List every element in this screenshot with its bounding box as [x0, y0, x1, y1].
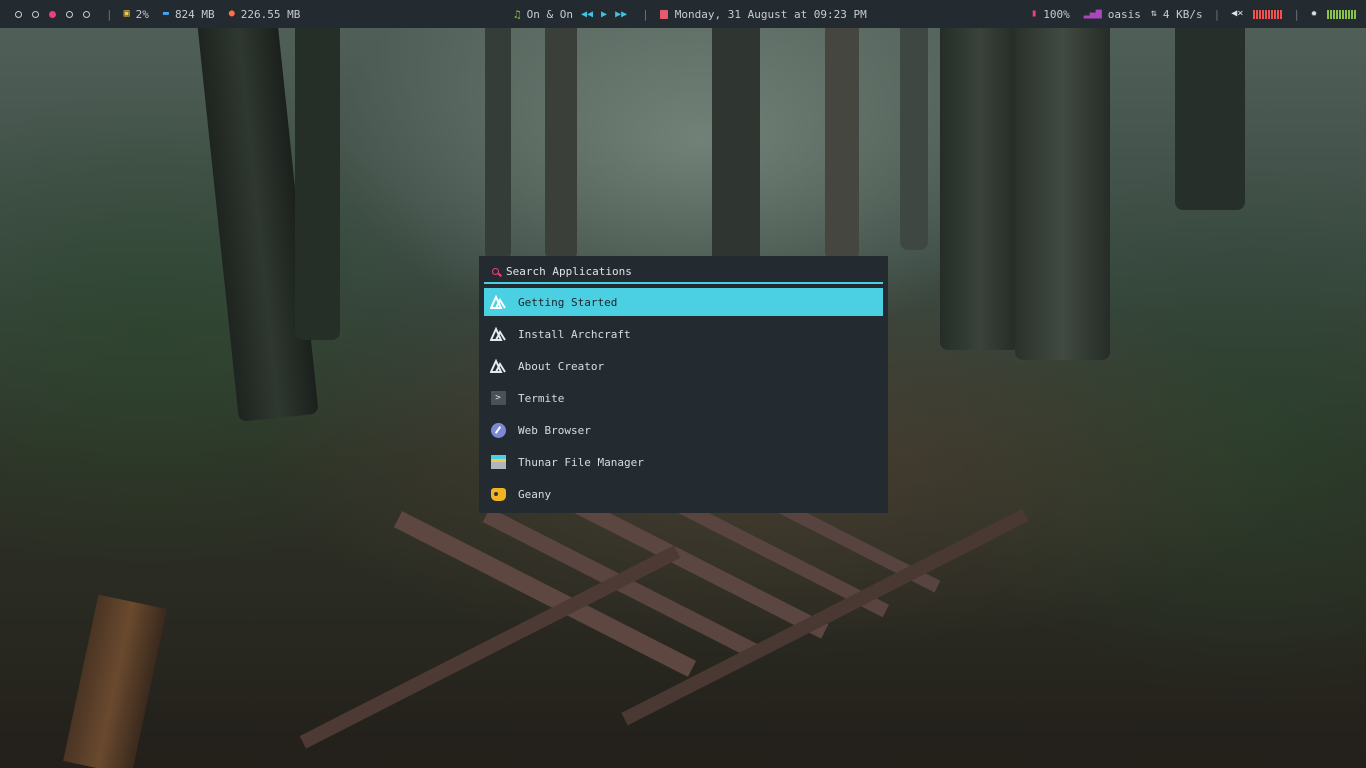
workspace-5-dot[interactable] [83, 10, 90, 18]
tree-trunk [485, 0, 511, 260]
app-item-install-archcraft[interactable]: Install Archcraft [484, 320, 883, 348]
cpu-module: ▣ 2% [124, 8, 149, 21]
disk-icon: ● [228, 8, 235, 19]
separator: | [642, 7, 649, 21]
volume-muted-icon[interactable]: ◀× [1231, 9, 1243, 19]
next-track-icon[interactable]: ▶▶ [615, 9, 627, 20]
app-list: Getting Started Install Archcraft About … [484, 288, 883, 508]
app-item-about-creator[interactable]: About Creator [484, 352, 883, 380]
tree-trunk [1175, 0, 1245, 210]
memory-usage: 824 MB [174, 7, 215, 21]
search-icon [492, 267, 499, 275]
terminal-icon: > [490, 390, 506, 406]
workspace-3-dot[interactable] [49, 10, 56, 18]
separator: | [106, 7, 113, 21]
tree-trunk [295, 0, 340, 340]
fallen-log [63, 594, 167, 768]
battery-icon: ▮ [1031, 8, 1038, 19]
volume-level-bar[interactable] [1253, 9, 1283, 19]
system-tray: ▮ 100% ▂▄▆ oasis ⇅ 4 KB/s | ◀× | ✹ [1031, 0, 1356, 28]
network-speed: 4 KB/s [1162, 7, 1203, 21]
geany-icon [490, 486, 506, 502]
archcraft-logo-icon [490, 358, 506, 374]
brightness-icon: ✹ [1310, 8, 1317, 19]
cpu-icon: ▣ [123, 8, 130, 19]
list-item-label: Install Archcraft [518, 327, 631, 341]
disk-module: ● 226.55 MB [229, 8, 301, 21]
app-launcher: Search Applications Getting Started Inst… [479, 256, 888, 513]
search-bar[interactable]: Search Applications [484, 260, 883, 284]
archcraft-logo-icon [490, 294, 506, 310]
network-ssid[interactable]: oasis [1108, 8, 1141, 21]
memory-module: ▬ 824 MB [163, 8, 215, 21]
music-note-icon: ♫ [514, 7, 521, 21]
app-item-thunar-file-manager[interactable]: Thunar File Manager [484, 448, 883, 476]
app-item-getting-started[interactable]: Getting Started [484, 288, 883, 316]
separator: | [1293, 7, 1300, 21]
workspace-1-dot[interactable] [15, 10, 22, 18]
calendar-icon [659, 9, 668, 19]
app-item-web-browser[interactable]: Web Browser [484, 416, 883, 444]
search-input[interactable]: Search Applications [506, 265, 632, 278]
date-time[interactable]: Monday, 31 August at 09:23 PM [675, 8, 867, 21]
media-and-clock: ♫ On & On ◀◀ ▶ ▶▶ | Monday, 31 August at… [514, 0, 867, 28]
list-item-label: Geany [518, 487, 552, 501]
list-item-label: About Creator [518, 359, 605, 373]
file-manager-icon [490, 454, 506, 470]
list-item-label: Termite [518, 391, 565, 405]
workspace-2-dot[interactable] [32, 10, 39, 18]
separator: | [1213, 7, 1221, 21]
list-item-label: Getting Started [518, 295, 618, 309]
tree-trunk [940, 0, 1020, 350]
play-icon[interactable]: ▶ [601, 9, 607, 20]
workspace-4-dot[interactable] [66, 10, 73, 18]
cpu-usage: 2% [135, 7, 149, 21]
disk-usage: 226.55 MB [240, 7, 301, 21]
battery-level: 100% [1043, 7, 1070, 21]
tree-trunk [712, 0, 760, 265]
previous-track-icon[interactable]: ◀◀ [581, 9, 593, 20]
workspace-indicators [10, 10, 95, 18]
list-item-label: Web Browser [518, 423, 591, 437]
memory-icon: ▬ [162, 8, 169, 19]
tree-trunk [545, 0, 577, 260]
archcraft-logo-icon [490, 326, 506, 342]
tree-trunk [825, 0, 859, 260]
wifi-signal-icon: ▂▄▆ [1083, 8, 1102, 19]
brightness-level-bar[interactable] [1327, 9, 1356, 19]
top-status-bar: | ▣ 2% ▬ 824 MB ● 226.55 MB ♫ On & On ◀◀… [0, 0, 1366, 28]
app-item-geany[interactable]: Geany [484, 480, 883, 508]
tree-trunk [900, 0, 928, 250]
app-item-termite[interactable]: > Termite [484, 384, 883, 412]
up-down-arrows-icon: ⇅ [1150, 8, 1157, 19]
now-playing-title: On & On [526, 7, 573, 21]
list-item-label: Thunar File Manager [518, 455, 644, 469]
web-browser-icon [490, 422, 506, 438]
tree-trunk [1015, 0, 1110, 360]
